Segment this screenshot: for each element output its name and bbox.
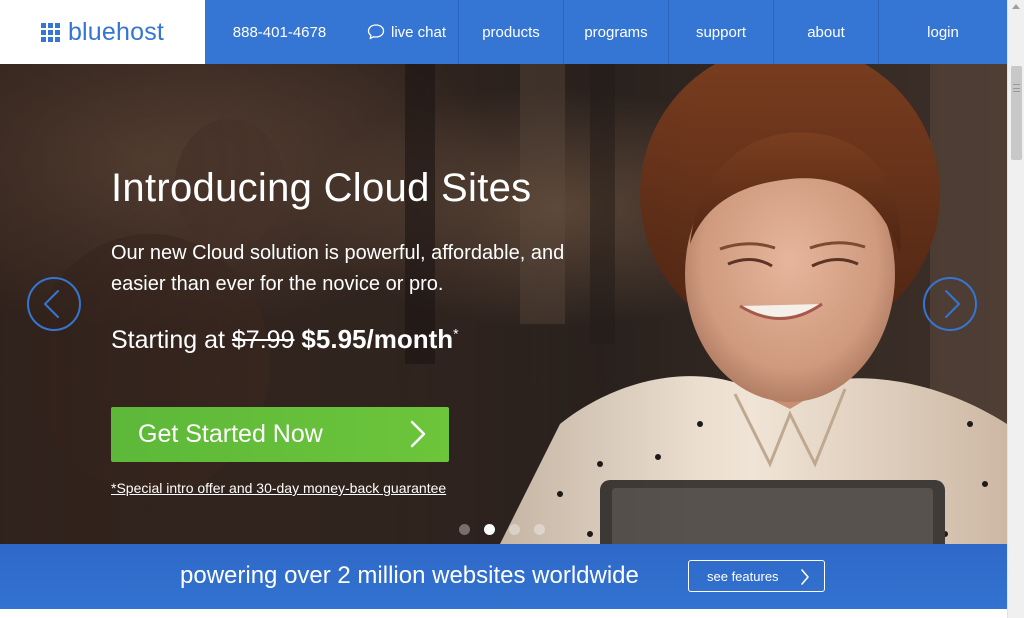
get-started-label: Get Started Now bbox=[138, 420, 323, 448]
offer-disclaimer-link[interactable]: *Special intro offer and 30-day money-ba… bbox=[111, 480, 446, 496]
scroll-up-arrow-icon[interactable] bbox=[1012, 4, 1020, 9]
scrollbar-thumb[interactable] bbox=[1011, 66, 1022, 160]
new-price: $5.95/month bbox=[301, 324, 454, 354]
nav-item-programs[interactable]: programs bbox=[564, 0, 669, 64]
slider-dot-1[interactable] bbox=[459, 524, 470, 535]
phone-number-link[interactable]: 888-401-4678 bbox=[205, 0, 355, 64]
logo-text: bluehost bbox=[67, 17, 165, 46]
slider-dot-3[interactable] bbox=[509, 524, 520, 535]
scrollbar-grip-icon bbox=[1013, 84, 1020, 92]
price-asterisk: * bbox=[453, 325, 459, 342]
slider-dots bbox=[459, 524, 545, 535]
see-features-label: see features bbox=[707, 568, 779, 584]
get-started-button[interactable]: Get Started Now bbox=[111, 407, 449, 462]
page-bottom-edge bbox=[0, 609, 1007, 618]
page: bluehost 888-401-4678 live chat products… bbox=[0, 0, 1024, 618]
live-chat-link[interactable]: live chat bbox=[355, 0, 459, 64]
chevron-right-icon bbox=[410, 420, 426, 448]
hero-price: Starting at $7.99 $5.95/month* bbox=[111, 324, 459, 355]
nav-item-products[interactable]: products bbox=[459, 0, 564, 64]
nav-item-support[interactable]: support bbox=[669, 0, 774, 64]
slider-prev-button[interactable] bbox=[26, 276, 82, 332]
chevron-right-icon bbox=[801, 569, 809, 585]
vertical-scrollbar[interactable] bbox=[1007, 0, 1024, 618]
logo-grid-icon bbox=[40, 22, 60, 42]
slider-dot-4[interactable] bbox=[534, 524, 545, 535]
hero-slider: Introducing Cloud Sites Our new Cloud so… bbox=[0, 64, 1007, 544]
stats-text: powering over 2 million websites worldwi… bbox=[180, 562, 639, 589]
slider-next-button[interactable] bbox=[922, 276, 978, 332]
live-chat-label: live chat bbox=[390, 23, 447, 41]
top-navigation: bluehost 888-401-4678 live chat products… bbox=[0, 0, 1007, 64]
stats-band: powering over 2 million websites worldwi… bbox=[0, 544, 1007, 609]
hero-title: Introducing Cloud Sites bbox=[111, 166, 532, 210]
hero-background-image bbox=[0, 64, 1007, 544]
slider-dot-2[interactable] bbox=[484, 524, 495, 535]
see-features-button[interactable]: see features bbox=[688, 560, 825, 592]
hero-subtitle: Our new Cloud solution is powerful, affo… bbox=[111, 242, 565, 295]
chat-bubble-icon bbox=[367, 24, 385, 40]
nav-item-login[interactable]: login bbox=[879, 0, 1007, 64]
nav-item-about[interactable]: about bbox=[774, 0, 879, 64]
bluehost-logo[interactable]: bluehost bbox=[0, 0, 205, 64]
old-price: $7.99 bbox=[231, 326, 295, 354]
price-prefix: Starting at bbox=[111, 326, 225, 354]
